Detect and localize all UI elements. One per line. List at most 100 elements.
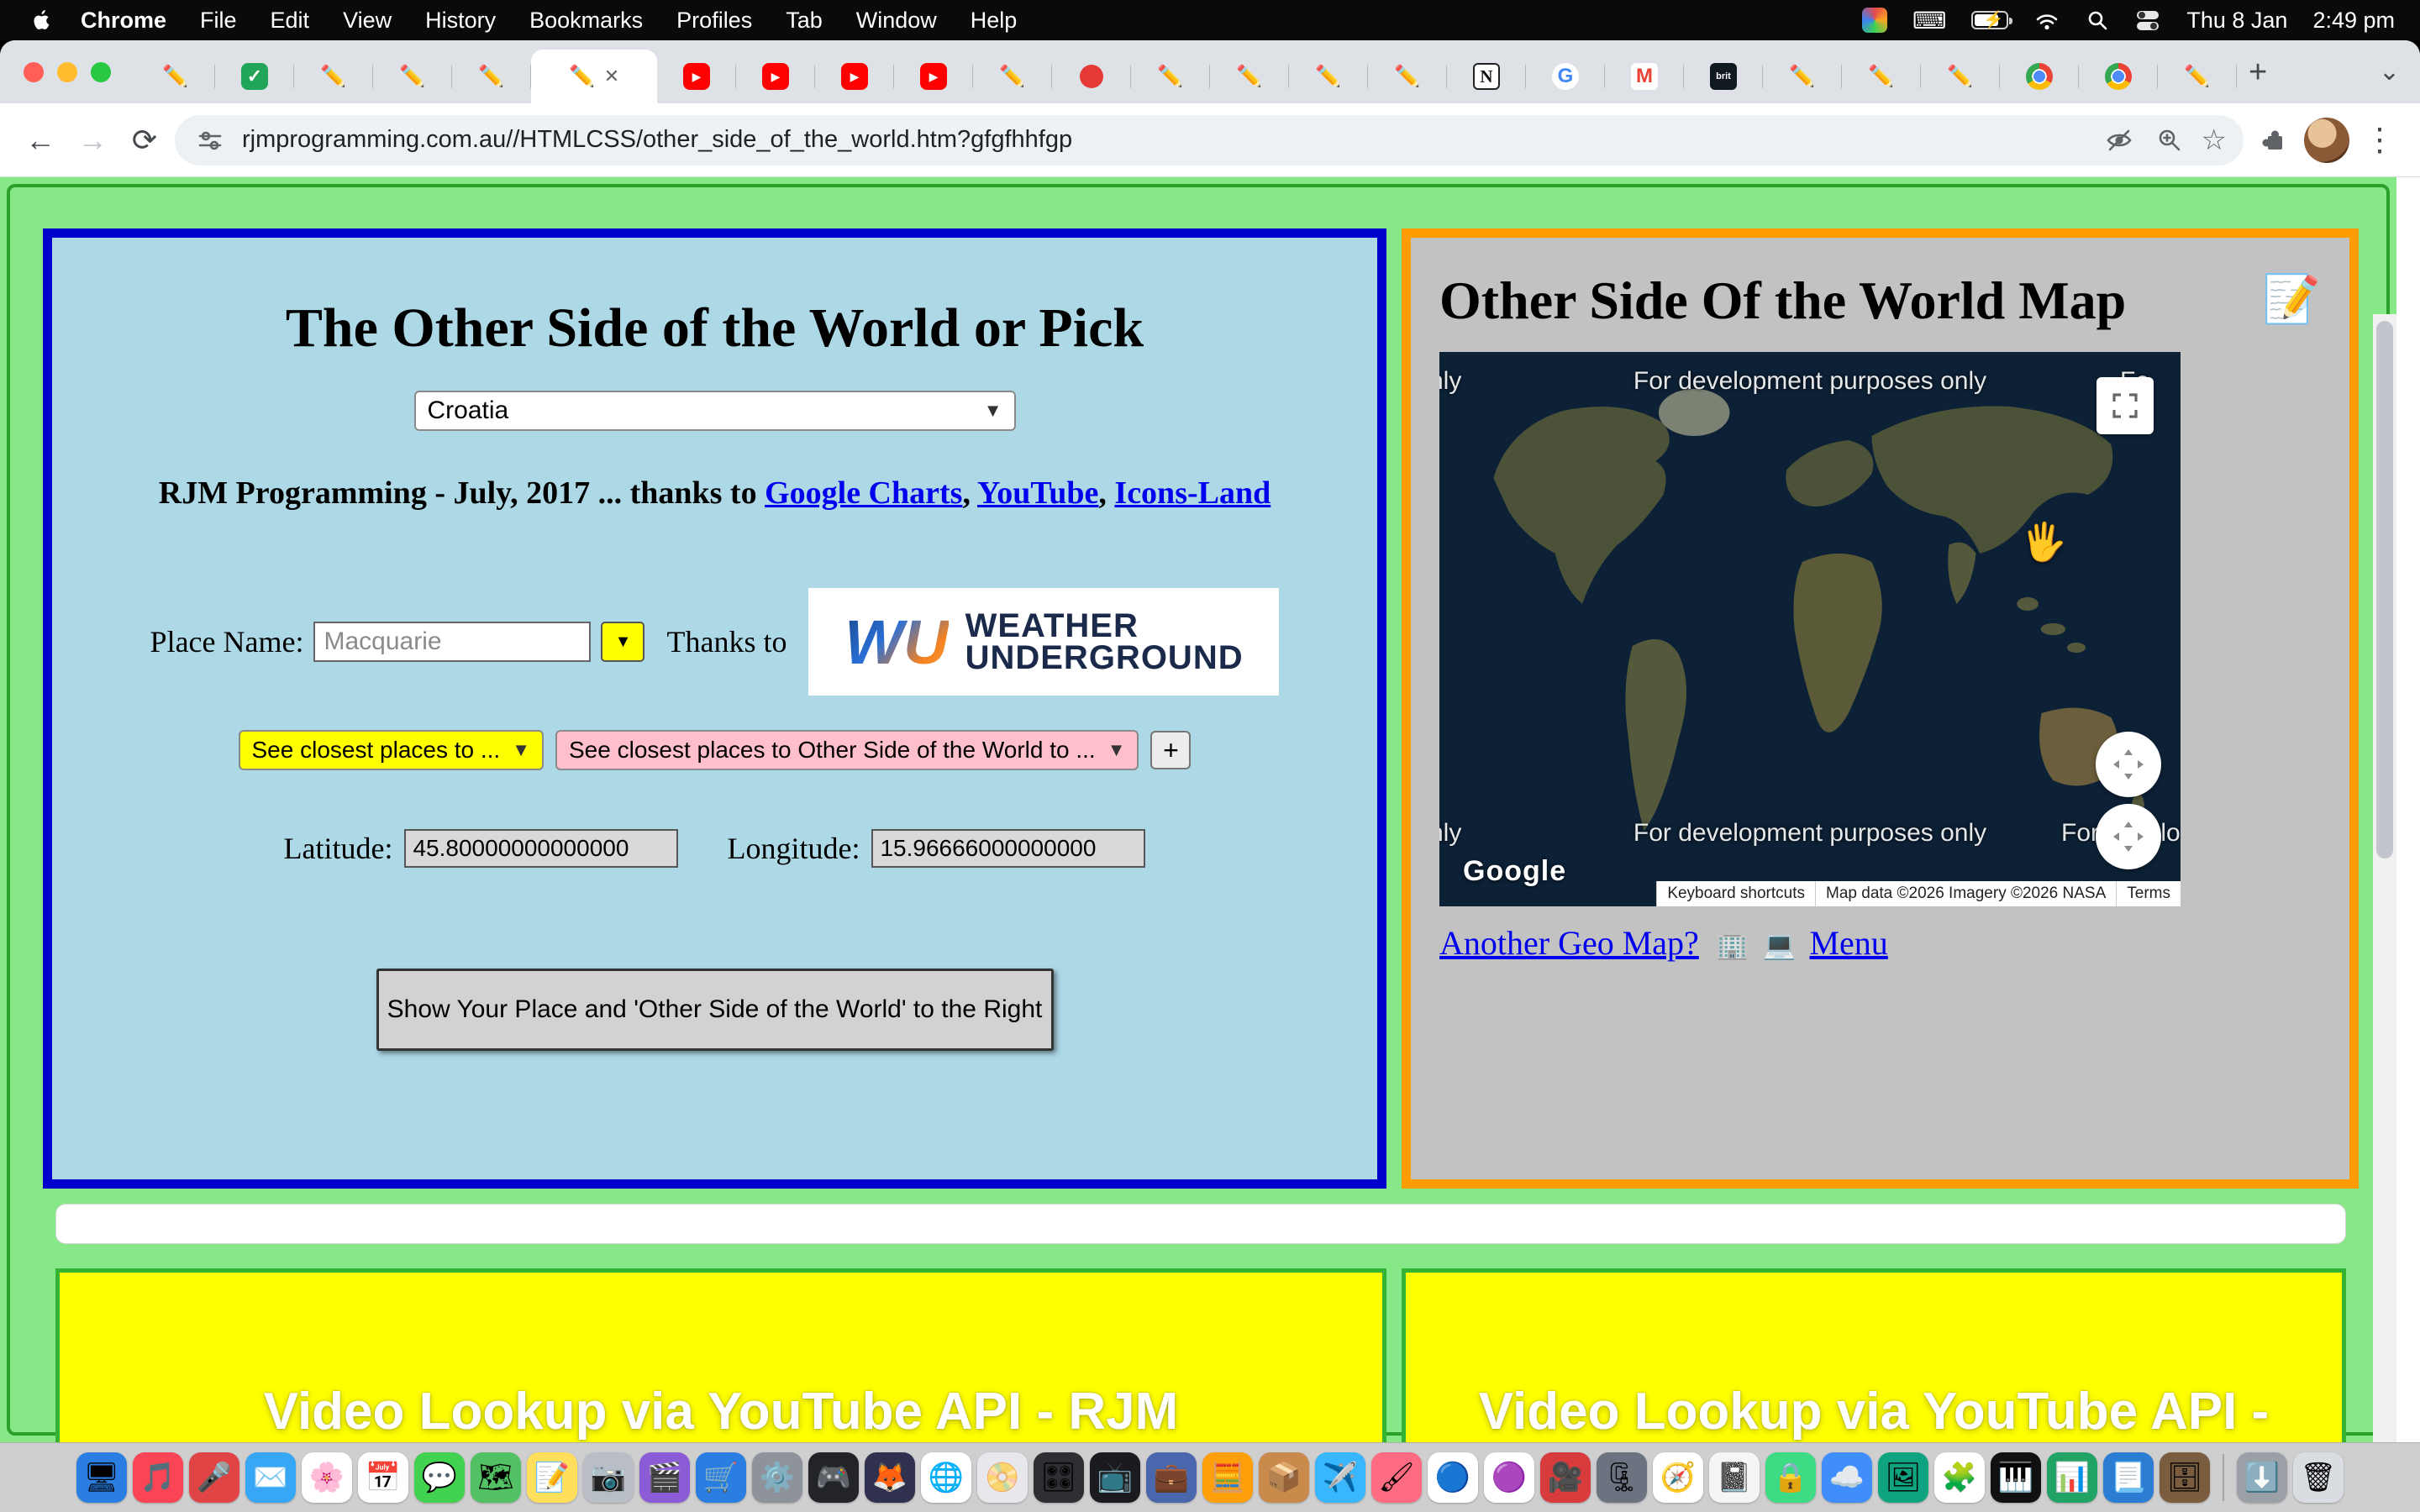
dock-icon-archive[interactable]: 🗜 bbox=[1597, 1452, 1647, 1503]
map-pin-other-side[interactable] bbox=[2033, 681, 2061, 696]
back-button[interactable]: ← bbox=[18, 118, 62, 162]
memo-note-icon[interactable]: 📝 bbox=[2262, 271, 2321, 327]
site-settings-icon[interactable] bbox=[192, 126, 229, 155]
closest-places-select[interactable]: See closest places to ... ▼ bbox=[239, 730, 544, 770]
menubar-app-name[interactable]: Chrome bbox=[81, 8, 166, 34]
tab-site[interactable] bbox=[1131, 50, 1210, 103]
zoom-indicator-icon[interactable] bbox=[2151, 126, 2188, 155]
tab-site-active[interactable]: ✕ bbox=[531, 50, 657, 103]
menubar-item-view[interactable]: View bbox=[343, 8, 392, 34]
dock-icon-messages[interactable]: 💬 bbox=[414, 1452, 465, 1503]
tab-site[interactable] bbox=[1368, 50, 1447, 103]
tab-site[interactable] bbox=[1289, 50, 1368, 103]
menubar-item-history[interactable]: History bbox=[425, 8, 496, 34]
tab-chrome[interactable] bbox=[2079, 50, 2158, 103]
dock-icon-screen-record[interactable]: 🎥 bbox=[1540, 1452, 1591, 1503]
privacy-eye-icon[interactable] bbox=[2101, 126, 2138, 155]
dock-icon-games[interactable]: 🎮 bbox=[808, 1452, 859, 1503]
tab-site[interactable] bbox=[973, 50, 1052, 103]
dock-icon-image-ai[interactable]: 🖼 bbox=[1878, 1452, 1928, 1503]
dock-icon-mail[interactable]: ✉️ bbox=[245, 1452, 296, 1503]
youtube-link[interactable]: YouTube bbox=[977, 475, 1098, 511]
tab-youtube[interactable] bbox=[815, 50, 894, 103]
dock-icon-calculator[interactable]: 🧮 bbox=[1202, 1452, 1253, 1503]
dock-icon-files[interactable]: 🗄 bbox=[2160, 1452, 2210, 1503]
dock-icon-audio-tools[interactable]: 🎛 bbox=[1034, 1452, 1084, 1503]
control-center-icon[interactable] bbox=[2134, 7, 2161, 34]
address-bar[interactable]: rjmprogramming.com.au//HTMLCSS/other_sid… bbox=[175, 115, 2244, 165]
apple-logo-icon[interactable] bbox=[25, 9, 59, 31]
tab-site[interactable] bbox=[294, 50, 373, 103]
dock-icon-cloud[interactable]: ☁️ bbox=[1822, 1452, 1872, 1503]
dock-icon-voice-memos[interactable]: 🎤 bbox=[189, 1452, 239, 1503]
tab-record[interactable] bbox=[1052, 50, 1131, 103]
dock-icon-tv[interactable]: 📺 bbox=[1090, 1452, 1140, 1503]
tab-site[interactable] bbox=[136, 50, 215, 103]
dock-icon-trash[interactable]: 🗑 bbox=[2293, 1452, 2344, 1503]
dock-icon-discord[interactable]: 🟣 bbox=[1484, 1452, 1534, 1503]
tab-site[interactable] bbox=[1921, 50, 2000, 103]
tab-close-icon[interactable]: ✕ bbox=[604, 66, 619, 87]
latitude-input[interactable] bbox=[404, 829, 678, 868]
map-pan-control-secondary[interactable] bbox=[2096, 804, 2161, 869]
another-geo-map-link[interactable]: Another Geo Map? bbox=[1439, 924, 1699, 962]
dock-icon-dropbox[interactable]: 📦 bbox=[1259, 1452, 1309, 1503]
tab-site[interactable] bbox=[1210, 50, 1289, 103]
dock-icon-teams[interactable]: 💼 bbox=[1146, 1452, 1197, 1503]
country-select[interactable]: Croatia ▼ bbox=[414, 391, 1016, 431]
keyboard-icon[interactable]: ⌨ bbox=[1912, 7, 1946, 34]
menubar-item-edit[interactable]: Edit bbox=[271, 8, 310, 34]
dock-icon-firefox[interactable]: 🦊 bbox=[865, 1452, 915, 1503]
menubar-item-tab[interactable]: Tab bbox=[786, 8, 823, 34]
spotlight-search-icon[interactable] bbox=[2086, 8, 2109, 32]
close-window-button[interactable] bbox=[24, 62, 44, 82]
dock-icon-browser[interactable]: 🌐 bbox=[921, 1452, 971, 1503]
menubar-item-file[interactable]: File bbox=[200, 8, 237, 34]
dock-icon-settings[interactable]: ⚙️ bbox=[752, 1452, 802, 1503]
dock-icon-notes[interactable]: 📝 bbox=[527, 1452, 577, 1503]
url-text[interactable]: rjmprogramming.com.au//HTMLCSS/other_sid… bbox=[242, 126, 2087, 154]
battery-icon[interactable]: ⚡ bbox=[1971, 11, 2008, 29]
forward-button[interactable]: → bbox=[71, 118, 114, 162]
place-dropdown-button[interactable]: ▼ bbox=[601, 622, 644, 662]
menubar-item-help[interactable]: Help bbox=[971, 8, 1018, 34]
dock-icon-travel[interactable]: ✈️ bbox=[1315, 1452, 1365, 1503]
map-pan-control[interactable] bbox=[2096, 732, 2161, 797]
page-scrollbar[interactable] bbox=[2373, 314, 2396, 1442]
profile-avatar[interactable] bbox=[2304, 118, 2349, 163]
dock-icon-notebook[interactable]: 📓 bbox=[1709, 1452, 1760, 1503]
dock-icon-downloads[interactable]: ⬇️ bbox=[2237, 1452, 2287, 1503]
show-place-button[interactable]: Show Your Place and 'Other Side of the W… bbox=[376, 969, 1054, 1051]
tab-site[interactable] bbox=[1842, 50, 1921, 103]
icons-land-link[interactable]: Icons-Land bbox=[1114, 475, 1270, 511]
menubar-item-profiles[interactable]: Profiles bbox=[676, 8, 752, 34]
building-icon[interactable]: 🏢 bbox=[1716, 930, 1749, 960]
add-place-button[interactable]: + bbox=[1150, 731, 1191, 769]
dock-icon-zoom[interactable]: 🔵 bbox=[1428, 1452, 1478, 1503]
tab-site[interactable] bbox=[2158, 50, 2237, 103]
dock-icon-maps[interactable]: 🗺 bbox=[471, 1452, 521, 1503]
dock-icon-clips[interactable]: 🎬 bbox=[639, 1452, 690, 1503]
tab-chrome[interactable] bbox=[2000, 50, 2079, 103]
dock-icon-finder[interactable]: 🖥 bbox=[76, 1452, 127, 1503]
keyboard-shortcuts-link[interactable]: Keyboard shortcuts bbox=[1656, 881, 1815, 906]
browser-menu-kebab-icon[interactable]: ⋮ bbox=[2358, 118, 2402, 162]
menubar-time[interactable]: 2:49 pm bbox=[2312, 8, 2395, 34]
tab-check[interactable] bbox=[215, 50, 294, 103]
tab-britbox[interactable] bbox=[1684, 50, 1763, 103]
dock-icon-design[interactable]: 🖌 bbox=[1371, 1452, 1422, 1503]
tab-notion[interactable] bbox=[1447, 50, 1526, 103]
map-fullscreen-button[interactable] bbox=[2096, 377, 2154, 434]
tab-site[interactable] bbox=[452, 50, 531, 103]
new-tab-button[interactable]: + bbox=[2249, 56, 2267, 88]
google-map[interactable]: nly For development purposes only Fo nly… bbox=[1439, 352, 2181, 906]
other-side-closest-select[interactable]: See closest places to Other Side of the … bbox=[555, 730, 1139, 770]
dock-icon-password[interactable]: 🔒 bbox=[1765, 1452, 1816, 1503]
map-pin-place[interactable] bbox=[1559, 419, 1587, 434]
dock-icon-dvd-player[interactable]: 📀 bbox=[977, 1452, 1028, 1503]
zoom-window-button[interactable] bbox=[91, 62, 111, 82]
dock-icon-app-store[interactable]: 🛒 bbox=[696, 1452, 746, 1503]
tab-site[interactable] bbox=[373, 50, 452, 103]
bookmark-star-icon[interactable]: ☆ bbox=[2202, 123, 2227, 157]
dock-icon-safari[interactable]: 🧭 bbox=[1653, 1452, 1703, 1503]
